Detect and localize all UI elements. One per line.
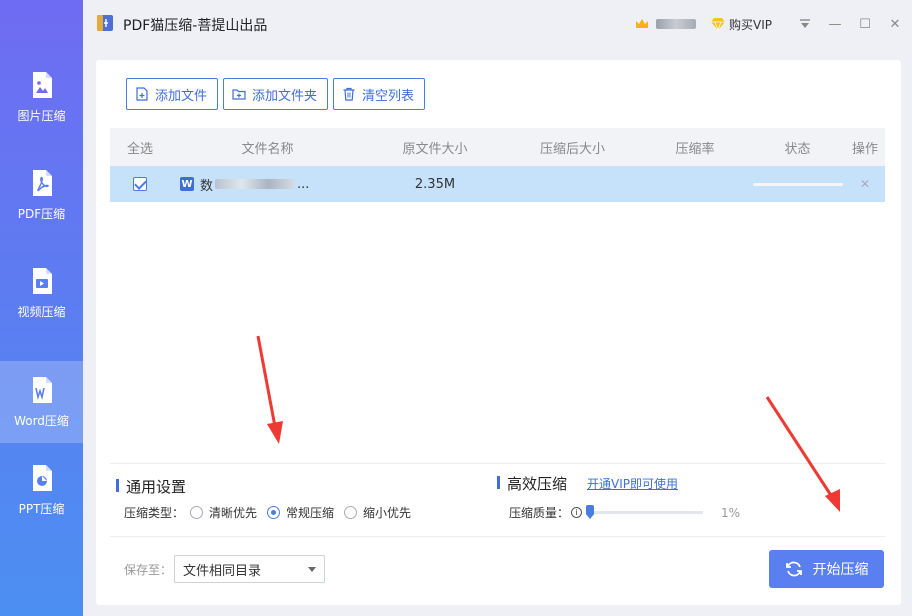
radio-icon [190, 506, 204, 519]
info-icon[interactable]: i [571, 507, 583, 518]
filename-prefix: 数 [200, 178, 214, 194]
quality-value: 1% [721, 505, 741, 520]
slider-thumb[interactable] [586, 505, 595, 519]
original-size-cell: 2.35M [414, 176, 456, 192]
chevron-down-icon [308, 566, 317, 572]
file-table: 全选 文件名称 原文件大小 压缩后大小 压缩率 状态 操作 W 数 ... 2.… [110, 128, 885, 202]
compression-type-label: 压缩类型： [124, 506, 185, 520]
app-logo-icon [97, 15, 113, 31]
filename-redacted [215, 179, 296, 189]
user-crown-icon[interactable] [634, 16, 650, 32]
user-name-redacted [656, 19, 696, 29]
sidebar-item-pdf[interactable]: PDF压缩 [0, 154, 83, 236]
close-button[interactable]: ✕ [882, 11, 908, 37]
efficient-compression-title: 高效压缩 [496, 475, 568, 493]
sidebar-item-label: PDF压缩 [17, 206, 66, 221]
radio-selected-icon [267, 506, 281, 519]
original-size-header: 原文件大小 [402, 141, 468, 157]
clear-list-label: 清空列表 [362, 88, 415, 104]
delete-row-icon[interactable]: ✕ [860, 177, 870, 191]
action-header: 操作 [851, 141, 878, 157]
radio-icon [344, 506, 358, 519]
select-all-header[interactable]: 全选 [110, 138, 170, 157]
start-compress-label: 开始压缩 [812, 562, 869, 578]
start-compress-button[interactable]: 开始压缩 [769, 550, 884, 588]
maximize-button[interactable]: ☐ [852, 11, 878, 37]
minimize-button[interactable]: — [822, 11, 848, 37]
sidebar-item-label: Word压缩 [14, 413, 69, 428]
clear-list-button[interactable]: 清空列表 [333, 78, 426, 110]
sidebar-item-label: 图片压缩 [17, 108, 66, 123]
sidebar-item-label: PPT压缩 [18, 501, 65, 516]
filename-suffix: ... [297, 176, 310, 192]
menu-dropdown-icon[interactable] [792, 11, 818, 37]
refresh-icon [785, 561, 802, 577]
image-file-icon [32, 71, 52, 98]
sidebar-item-image[interactable]: 图片压缩 [0, 56, 83, 138]
sidebar-item-ppt[interactable]: PPT压缩 [0, 449, 83, 531]
option-clarity-first[interactable]: 清晰优先 [190, 504, 257, 521]
divider [110, 536, 885, 537]
table-header: 全选 文件名称 原文件大小 压缩后大小 压缩率 状态 操作 [110, 128, 885, 166]
ratio-header: 压缩率 [675, 141, 715, 157]
save-to-value: 文件相同目录 [183, 563, 262, 579]
word-file-icon: W [180, 177, 194, 191]
option-smaller-first[interactable]: 缩小优先 [344, 504, 411, 521]
add-file-label: 添加文件 [155, 88, 208, 104]
title-bar: PDF猫压缩-菩提山出品 购买VIP — ☐ ✕ [83, 0, 912, 48]
filename-header: 文件名称 [241, 141, 294, 157]
compressed-size-header: 压缩后大小 [539, 141, 605, 157]
add-folder-label: 添加文件夹 [252, 88, 318, 104]
save-to-row: 保存至： 文件相同目录 [124, 555, 326, 583]
vip-diamond-icon [711, 18, 725, 31]
status-progress-bar [752, 182, 843, 186]
buy-vip-link[interactable]: 购买VIP [729, 16, 772, 33]
sidebar: 图片压缩 PDF压缩 视频压缩 Word压缩 PPT压缩 [0, 0, 83, 616]
add-file-button[interactable]: 添加文件 [126, 78, 219, 110]
video-file-icon [32, 267, 52, 294]
sidebar-item-label: 视频压缩 [17, 304, 66, 319]
open-vip-link[interactable]: 开通VIP即可使用 [587, 475, 678, 492]
add-folder-button[interactable]: 添加文件夹 [223, 78, 329, 110]
add-folder-icon [232, 89, 246, 100]
toolbar: 添加文件 添加文件夹 清空列表 [126, 78, 426, 110]
row-checkbox[interactable] [133, 177, 147, 191]
quality-row: 压缩质量： i 1% [509, 504, 740, 521]
ppt-file-icon [32, 464, 52, 491]
pdf-file-icon [32, 169, 52, 196]
add-file-icon [136, 87, 148, 101]
quality-slider[interactable] [586, 505, 704, 519]
filename-cell: W 数 ... [170, 175, 365, 194]
general-settings-title: 通用设置 [115, 478, 187, 496]
main-panel: 添加文件 添加文件夹 清空列表 全选 文件名称 原文件大小 压缩后大小 压缩率 … [96, 60, 901, 605]
table-row[interactable]: W 数 ... 2.35M ✕ [110, 166, 885, 202]
save-to-label: 保存至： [124, 562, 173, 577]
app-title: PDF猫压缩-菩提山出品 [123, 18, 268, 34]
trash-icon [343, 87, 355, 101]
compression-type-row: 压缩类型： 清晰优先 常规压缩 缩小优先 [124, 504, 421, 521]
save-to-select[interactable]: 文件相同目录 [174, 555, 326, 583]
word-file-icon [32, 376, 52, 403]
sidebar-item-video[interactable]: 视频压缩 [0, 252, 83, 334]
sidebar-item-word[interactable]: Word压缩 [0, 361, 83, 443]
quality-label: 压缩质量： [509, 506, 570, 520]
option-normal[interactable]: 常规压缩 [267, 504, 334, 521]
status-header: 状态 [784, 141, 811, 157]
divider [110, 463, 885, 464]
